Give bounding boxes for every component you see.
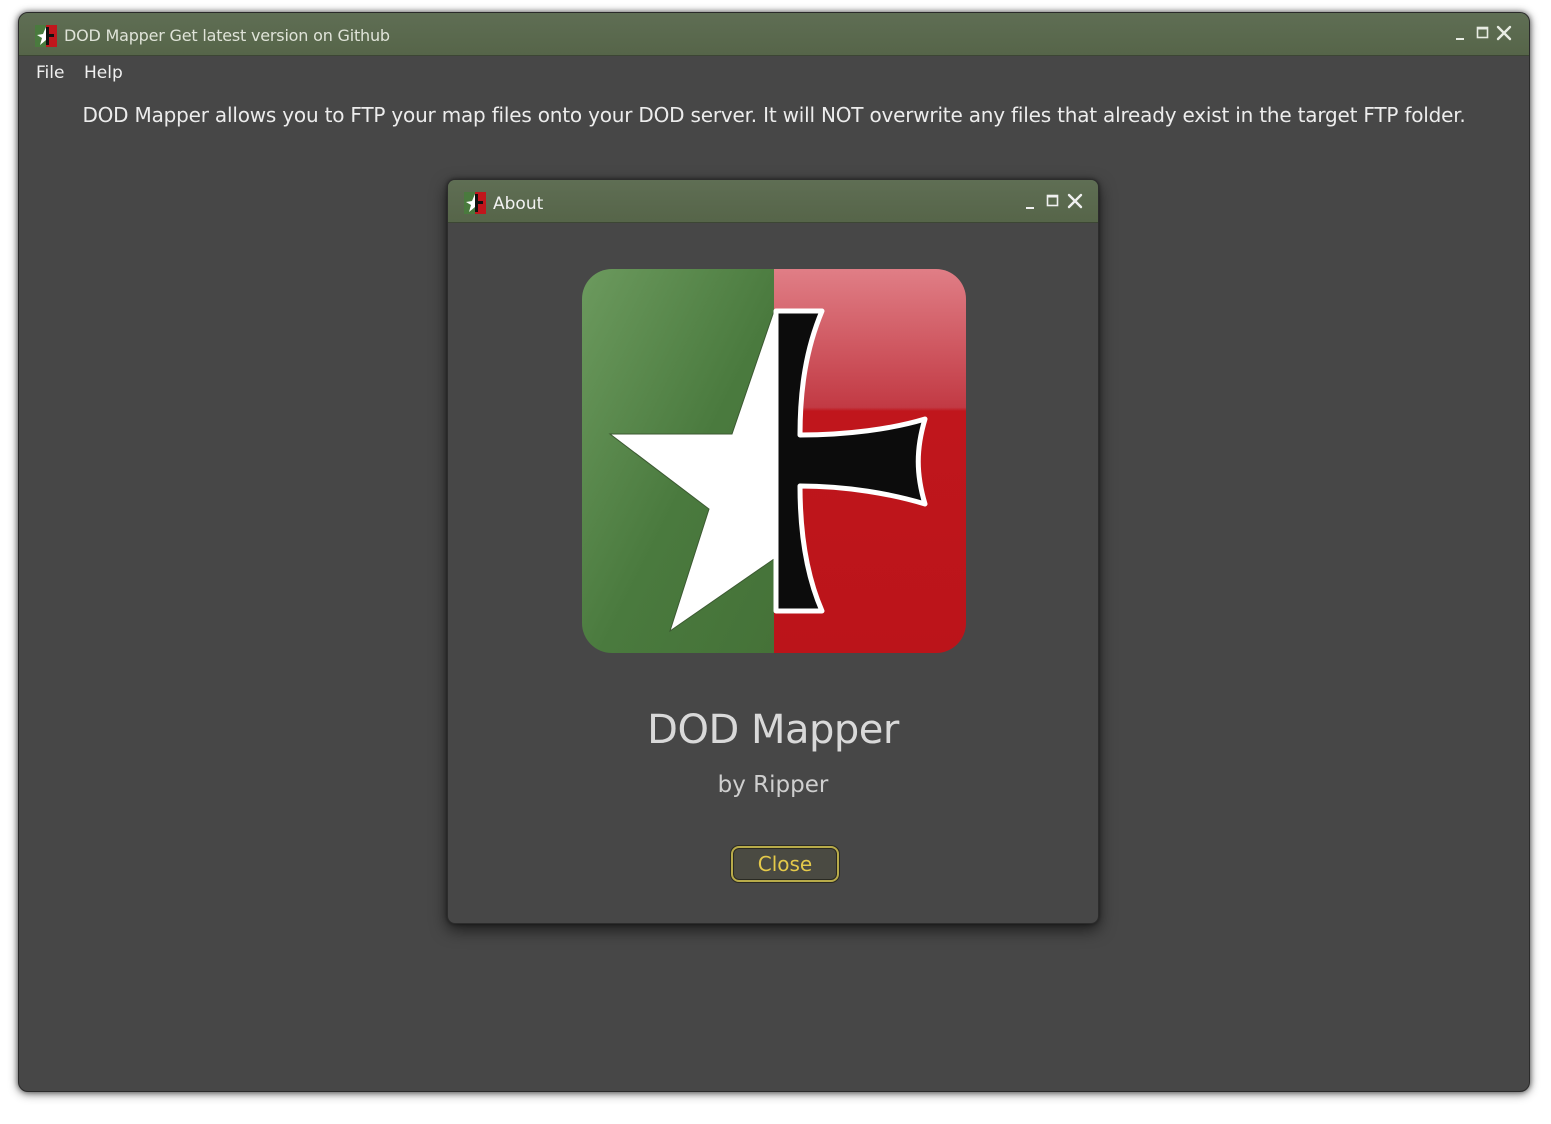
maximize-icon[interactable]: [1045, 193, 1061, 209]
minimize-icon[interactable]: [1453, 27, 1469, 43]
maximize-icon[interactable]: [1475, 25, 1491, 41]
app-logo-icon: [464, 192, 486, 214]
main-window-title: DOD Mapper Get latest version on Github: [64, 26, 390, 45]
main-titlebar[interactable]: DOD Mapper Get latest version on Github: [19, 13, 1529, 56]
author-label: by Ripper: [717, 772, 829, 798]
app-name: DOD Mapper: [647, 707, 899, 753]
close-icon[interactable]: [1067, 193, 1083, 209]
about-dialog: About DOD Mapper by Ripper Close: [447, 179, 1099, 924]
about-titlebar[interactable]: About: [448, 180, 1098, 223]
menu-file[interactable]: File: [36, 63, 64, 83]
menu-help[interactable]: Help: [84, 63, 123, 83]
app-logo-icon: [35, 25, 57, 47]
minimize-icon[interactable]: [1023, 196, 1039, 212]
close-icon[interactable]: [1496, 25, 1512, 41]
app-logo-icon: [582, 269, 966, 653]
close-button[interactable]: Close: [731, 846, 839, 882]
about-title: About: [493, 194, 544, 214]
description-text: DOD Mapper allows you to FTP your map fi…: [82, 103, 1466, 127]
